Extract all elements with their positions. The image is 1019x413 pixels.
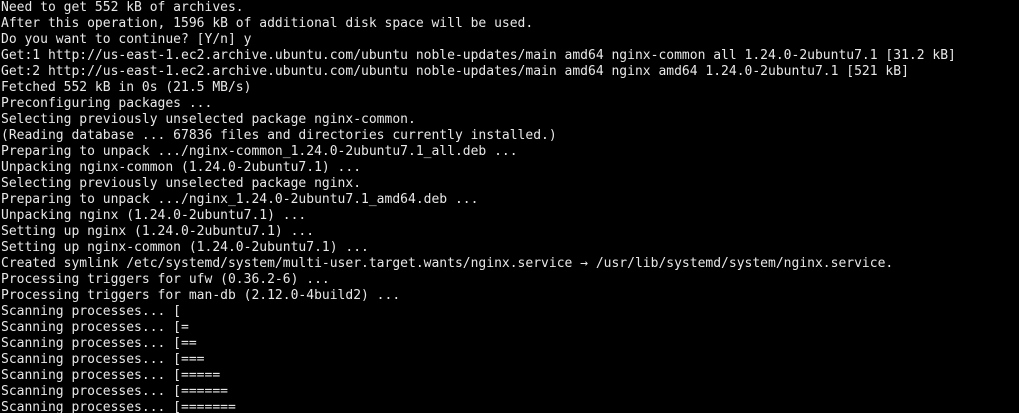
scanning-progress-line: Scanning processes... [ [1,304,182,319]
scanning-progress-line: Scanning processes... [===== [1,368,221,383]
terminal-line: Selecting previously unselected package … [1,176,362,191]
terminal-line: Unpacking nginx-common (1.24.0-2ubuntu7.… [1,160,362,175]
terminal-line: Fetched 552 kB in 0s (21.5 MB/s) [1,80,252,95]
terminal-line: Get:2 http://us-east-1.ec2.archive.ubunt… [1,64,909,79]
terminal-line: Preparing to unpack .../nginx_1.24.0-2ub… [1,192,479,207]
terminal-line: (Reading database ... 67836 files and di… [1,128,557,143]
scanning-progress-line: Scanning processes... [=== [1,352,205,367]
scanning-progress-line: Scanning processes... [== [1,336,197,351]
terminal-output[interactable]: Need to get 552 kB of archives. After th… [0,0,1019,413]
terminal-line: Get:1 http://us-east-1.ec2.archive.ubunt… [1,48,956,63]
terminal-line: Do you want to continue? [Y/n] y [1,32,252,47]
terminal-line: Preconfiguring packages ... [1,96,213,111]
terminal-line: Setting up nginx-common (1.24.0-2ubuntu7… [1,240,369,255]
terminal-line: Setting up nginx (1.24.0-2ubuntu7.1) ... [1,224,315,239]
terminal-line: After this operation, 1596 kB of additio… [1,16,534,31]
terminal-line: Unpacking nginx (1.24.0-2ubuntu7.1) ... [1,208,307,223]
terminal-line: Created symlink /etc/systemd/system/mult… [1,256,894,271]
scanning-progress-line: Scanning processes... [====== [1,384,228,399]
terminal-line: Preparing to unpack .../nginx-common_1.2… [1,144,518,159]
terminal-line: Selecting previously unselected package … [1,112,416,127]
terminal-line: Need to get 552 kB of archives. [1,0,244,15]
terminal-line: Processing triggers for man-db (2.12.0-4… [1,288,401,303]
scanning-progress-line: Scanning processes... [======= [1,400,236,413]
terminal-line: Processing triggers for ufw (0.36.2-6) .… [1,272,330,287]
scanning-progress-line: Scanning processes... [= [1,320,189,335]
